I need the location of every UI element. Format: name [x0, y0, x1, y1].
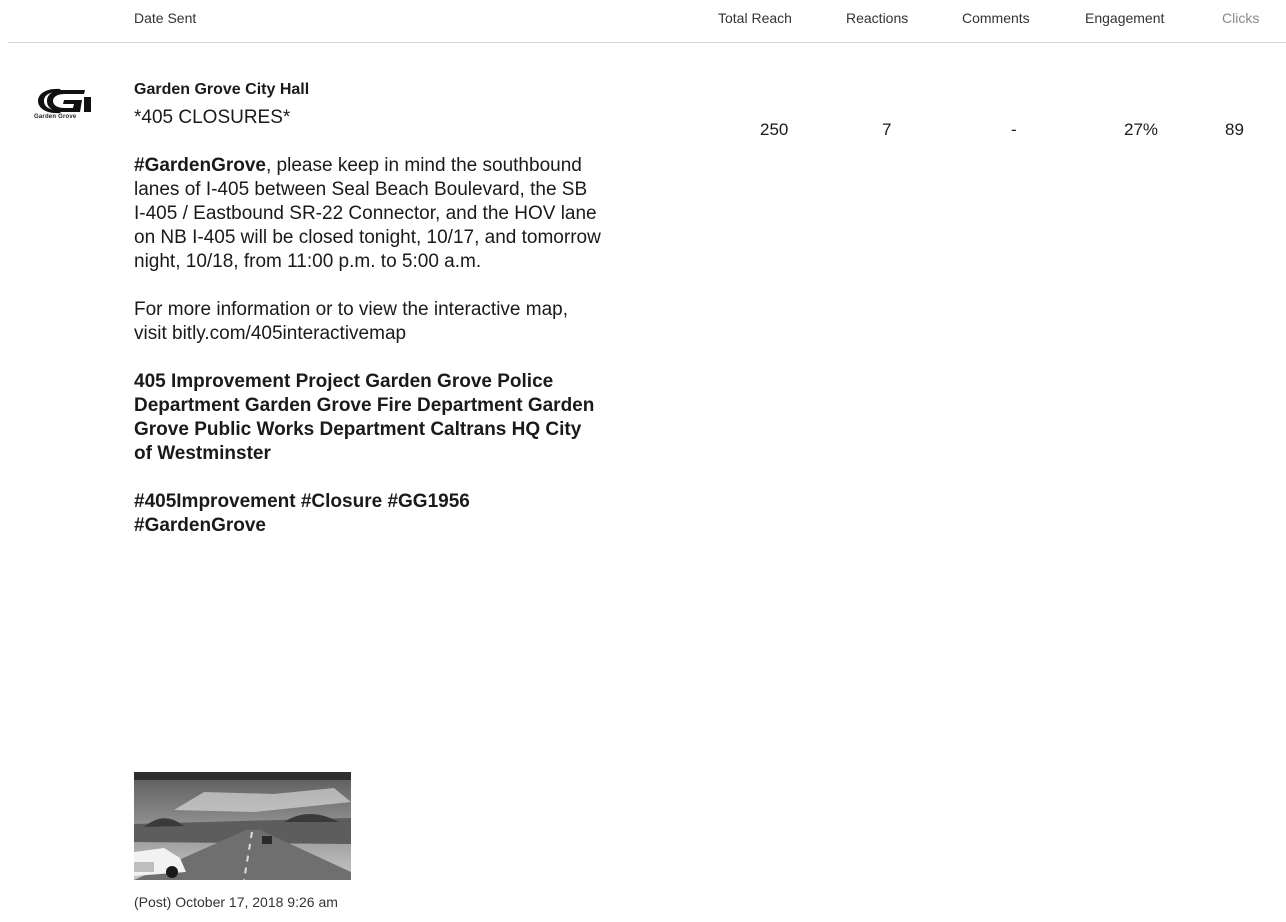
- metric-comments: -: [1011, 120, 1017, 139]
- col-reactions[interactable]: Reactions: [846, 10, 908, 26]
- logo-caption: Garden Grove: [34, 114, 77, 120]
- metric-total-reach: 250: [760, 120, 789, 139]
- post-body-1: #GardenGrove, please keep in mind the so…: [134, 154, 604, 274]
- col-clicks[interactable]: Clicks: [1222, 10, 1259, 26]
- header-divider: [8, 42, 1286, 43]
- post-image-thumbnail[interactable]: [134, 772, 351, 880]
- post-body-2: For more information or to view the inte…: [134, 299, 569, 344]
- metric-engagement: 27%: [1124, 120, 1159, 139]
- post-date-sent: (Post) October 17, 2018 9:26 am: [134, 894, 338, 910]
- garden-grove-logo: [34, 86, 96, 126]
- col-engagement[interactable]: Engagement: [1085, 10, 1164, 26]
- post-author[interactable]: Garden Grove City Hall: [134, 80, 604, 100]
- col-total-reach[interactable]: Total Reach: [718, 10, 792, 26]
- metric-reactions: 7: [882, 120, 892, 139]
- table-header: Date Sent Total Reach Reactions Comments…: [0, 0, 1286, 42]
- hashtag-link[interactable]: #GardenGrove: [134, 155, 266, 176]
- post-hashtags[interactable]: #405Improvement #Closure #GG1956 #Garden…: [134, 490, 604, 538]
- post-content: Garden Grove City Hall *405 CLOSURES* #G…: [134, 80, 604, 562]
- post-tags[interactable]: 405 Improvement Project Garden Grove Pol…: [134, 370, 604, 466]
- metric-clicks: 89: [1225, 120, 1244, 139]
- col-date-sent[interactable]: Date Sent: [134, 10, 196, 26]
- col-comments[interactable]: Comments: [962, 10, 1030, 26]
- post-title: *405 CLOSURES*: [134, 107, 291, 128]
